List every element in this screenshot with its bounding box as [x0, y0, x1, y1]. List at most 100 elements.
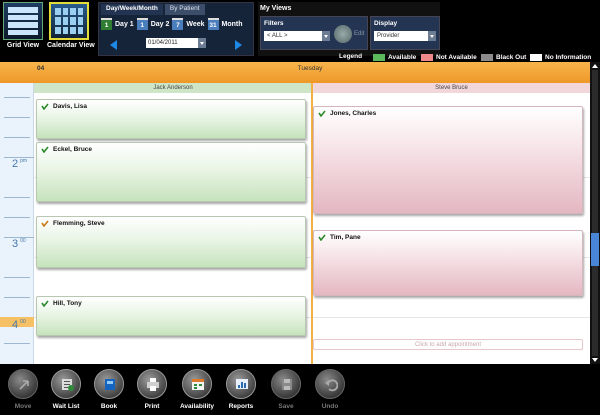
bottom-toolbar: Move Wait List Book Print Availability R… [0, 364, 600, 415]
legend-swatch [421, 54, 433, 61]
legend-item-black-out: Black Out [481, 54, 526, 61]
scroll-down-icon[interactable] [592, 358, 598, 362]
my-views-title: My Views [260, 5, 292, 12]
tab-day-week-month[interactable]: Day/Week/Month [101, 4, 163, 15]
time-tick [4, 297, 30, 298]
book-button[interactable]: Book [89, 369, 129, 410]
availability-button[interactable]: Availability [177, 369, 217, 410]
appointment-patient-name: Tim, Pane [330, 234, 361, 241]
calendar-view-icon [49, 2, 89, 40]
availability-icon [192, 379, 204, 390]
appointment-patient-name: Hill, Tony [53, 300, 82, 307]
legend-item-available: Available [373, 54, 416, 61]
day1-button[interactable]: Day 1 [115, 21, 134, 28]
book-label: Book [100, 403, 118, 410]
appointment-hill-tony[interactable]: Hill, Tony [36, 296, 306, 336]
time-tick [4, 137, 30, 138]
appointment-davis-lisa[interactable]: Davis, Lisa [36, 99, 306, 139]
grid-view-button[interactable]: Grid View [1, 2, 45, 57]
scroll-track[interactable] [592, 70, 598, 356]
reports-button[interactable]: Reports [221, 369, 261, 410]
appointment-icon [318, 234, 326, 241]
time-gutter: 2 pm 3 00 4 00 [0, 83, 34, 364]
move-icon [19, 380, 29, 390]
legend-item-no-information: No Information [530, 54, 591, 61]
grid-view-label: Grid View [6, 42, 40, 49]
appointment-icon [41, 103, 49, 110]
appointment-jones-charles[interactable]: Jones, Charles [313, 106, 583, 214]
display-select[interactable]: Provider [374, 31, 436, 41]
day-name: Tuesday [297, 65, 323, 72]
move-label: Move [14, 403, 32, 410]
add-appointment-slot[interactable]: Click to add appointment [313, 339, 583, 350]
edit-icon[interactable] [334, 25, 352, 43]
my-views-panel: My Views Filters < ALL > Edit Display Pr… [258, 2, 440, 56]
edit-label[interactable]: Edit [354, 31, 364, 37]
filters-value: < ALL > [267, 33, 288, 39]
resource-header-jack-anderson: Jack Anderson [34, 83, 312, 93]
grid-view-icon [3, 2, 43, 40]
print-label: Print [144, 403, 160, 410]
wait-list-label: Wait List [52, 403, 80, 410]
wait-list-button[interactable]: Wait List [46, 369, 86, 410]
save-icon [282, 379, 292, 390]
hour-label-4: 4 00 [12, 319, 26, 331]
hour-label-3: 3 00 [12, 238, 26, 250]
calendar-view-label: Calendar View [47, 42, 95, 49]
period-selector: Day/Week/Month By Patient 1 Day 1 1 Day … [98, 2, 254, 56]
undo-icon [325, 379, 338, 392]
tab-by-patient[interactable]: By Patient [164, 4, 205, 15]
appointment-icon [41, 146, 49, 153]
scroll-up-icon[interactable] [592, 64, 598, 68]
appointment-icon [41, 220, 49, 227]
day2-calendar-icon[interactable]: 1 [136, 18, 148, 30]
filters-select[interactable]: < ALL > [264, 31, 330, 41]
month-button[interactable]: Month [222, 21, 243, 28]
appointment-icon [318, 110, 326, 117]
day1-calendar-icon[interactable]: 1 [101, 18, 112, 30]
display-group: Display Provider [370, 16, 440, 50]
print-icon [147, 378, 159, 391]
time-tick [4, 217, 30, 218]
move-button[interactable]: Move [3, 369, 43, 410]
top-toolbar: Grid View Calendar View Day/Week/Month B… [0, 0, 600, 59]
reports-icon [236, 379, 248, 389]
undo-button[interactable]: Undo [310, 369, 350, 410]
chevron-down-icon[interactable] [322, 31, 330, 41]
time-tick [4, 97, 30, 98]
legend-swatch [481, 54, 493, 61]
next-date-arrow-icon[interactable] [235, 40, 242, 50]
appointment-patient-name: Davis, Lisa [53, 103, 87, 110]
appointment-flemming-steve[interactable]: Flemming, Steve [36, 216, 306, 268]
legend-item-not-available: Not Available [421, 54, 477, 61]
scroll-thumb[interactable] [591, 233, 599, 266]
legend-swatch [530, 54, 542, 61]
chevron-down-icon[interactable] [428, 31, 436, 41]
save-button[interactable]: Save [266, 369, 306, 410]
date-picker[interactable]: 01/04/2011 [146, 38, 206, 48]
legend-label: Available [388, 54, 417, 61]
appointment-icon [41, 300, 49, 307]
week-button[interactable]: Week [186, 21, 204, 28]
display-title: Display [374, 20, 398, 27]
legend-swatch [373, 54, 385, 61]
appointment-patient-name: Eckel, Bruce [53, 146, 93, 153]
print-button[interactable]: Print [132, 369, 172, 410]
legend-label: No Information [545, 54, 592, 61]
vertical-scrollbar[interactable] [590, 62, 600, 364]
time-tick [4, 343, 30, 344]
scheduler-app: Grid View Calendar View Day/Week/Month B… [0, 0, 600, 415]
appointment-patient-name: Flemming, Steve [53, 220, 105, 227]
appointment-eckel-bruce[interactable]: Eckel, Bruce [36, 142, 306, 202]
day-calendar: 04 Tuesday 2 pm 3 00 4 00 Jack Anderson Ste… [0, 62, 590, 364]
previous-date-arrow-icon[interactable] [110, 40, 117, 50]
save-label: Save [278, 403, 294, 410]
month-calendar-icon[interactable]: 31 [207, 18, 219, 30]
week-calendar-icon[interactable]: 7 [172, 18, 184, 30]
appointment-tim-pane[interactable]: Tim, Pane [313, 230, 583, 296]
day2-button[interactable]: Day 2 [151, 21, 170, 28]
time-tick [4, 277, 30, 278]
chevron-down-icon[interactable] [198, 38, 206, 48]
availability-label: Availability [179, 403, 215, 410]
calendar-view-button[interactable]: Calendar View [47, 2, 95, 57]
